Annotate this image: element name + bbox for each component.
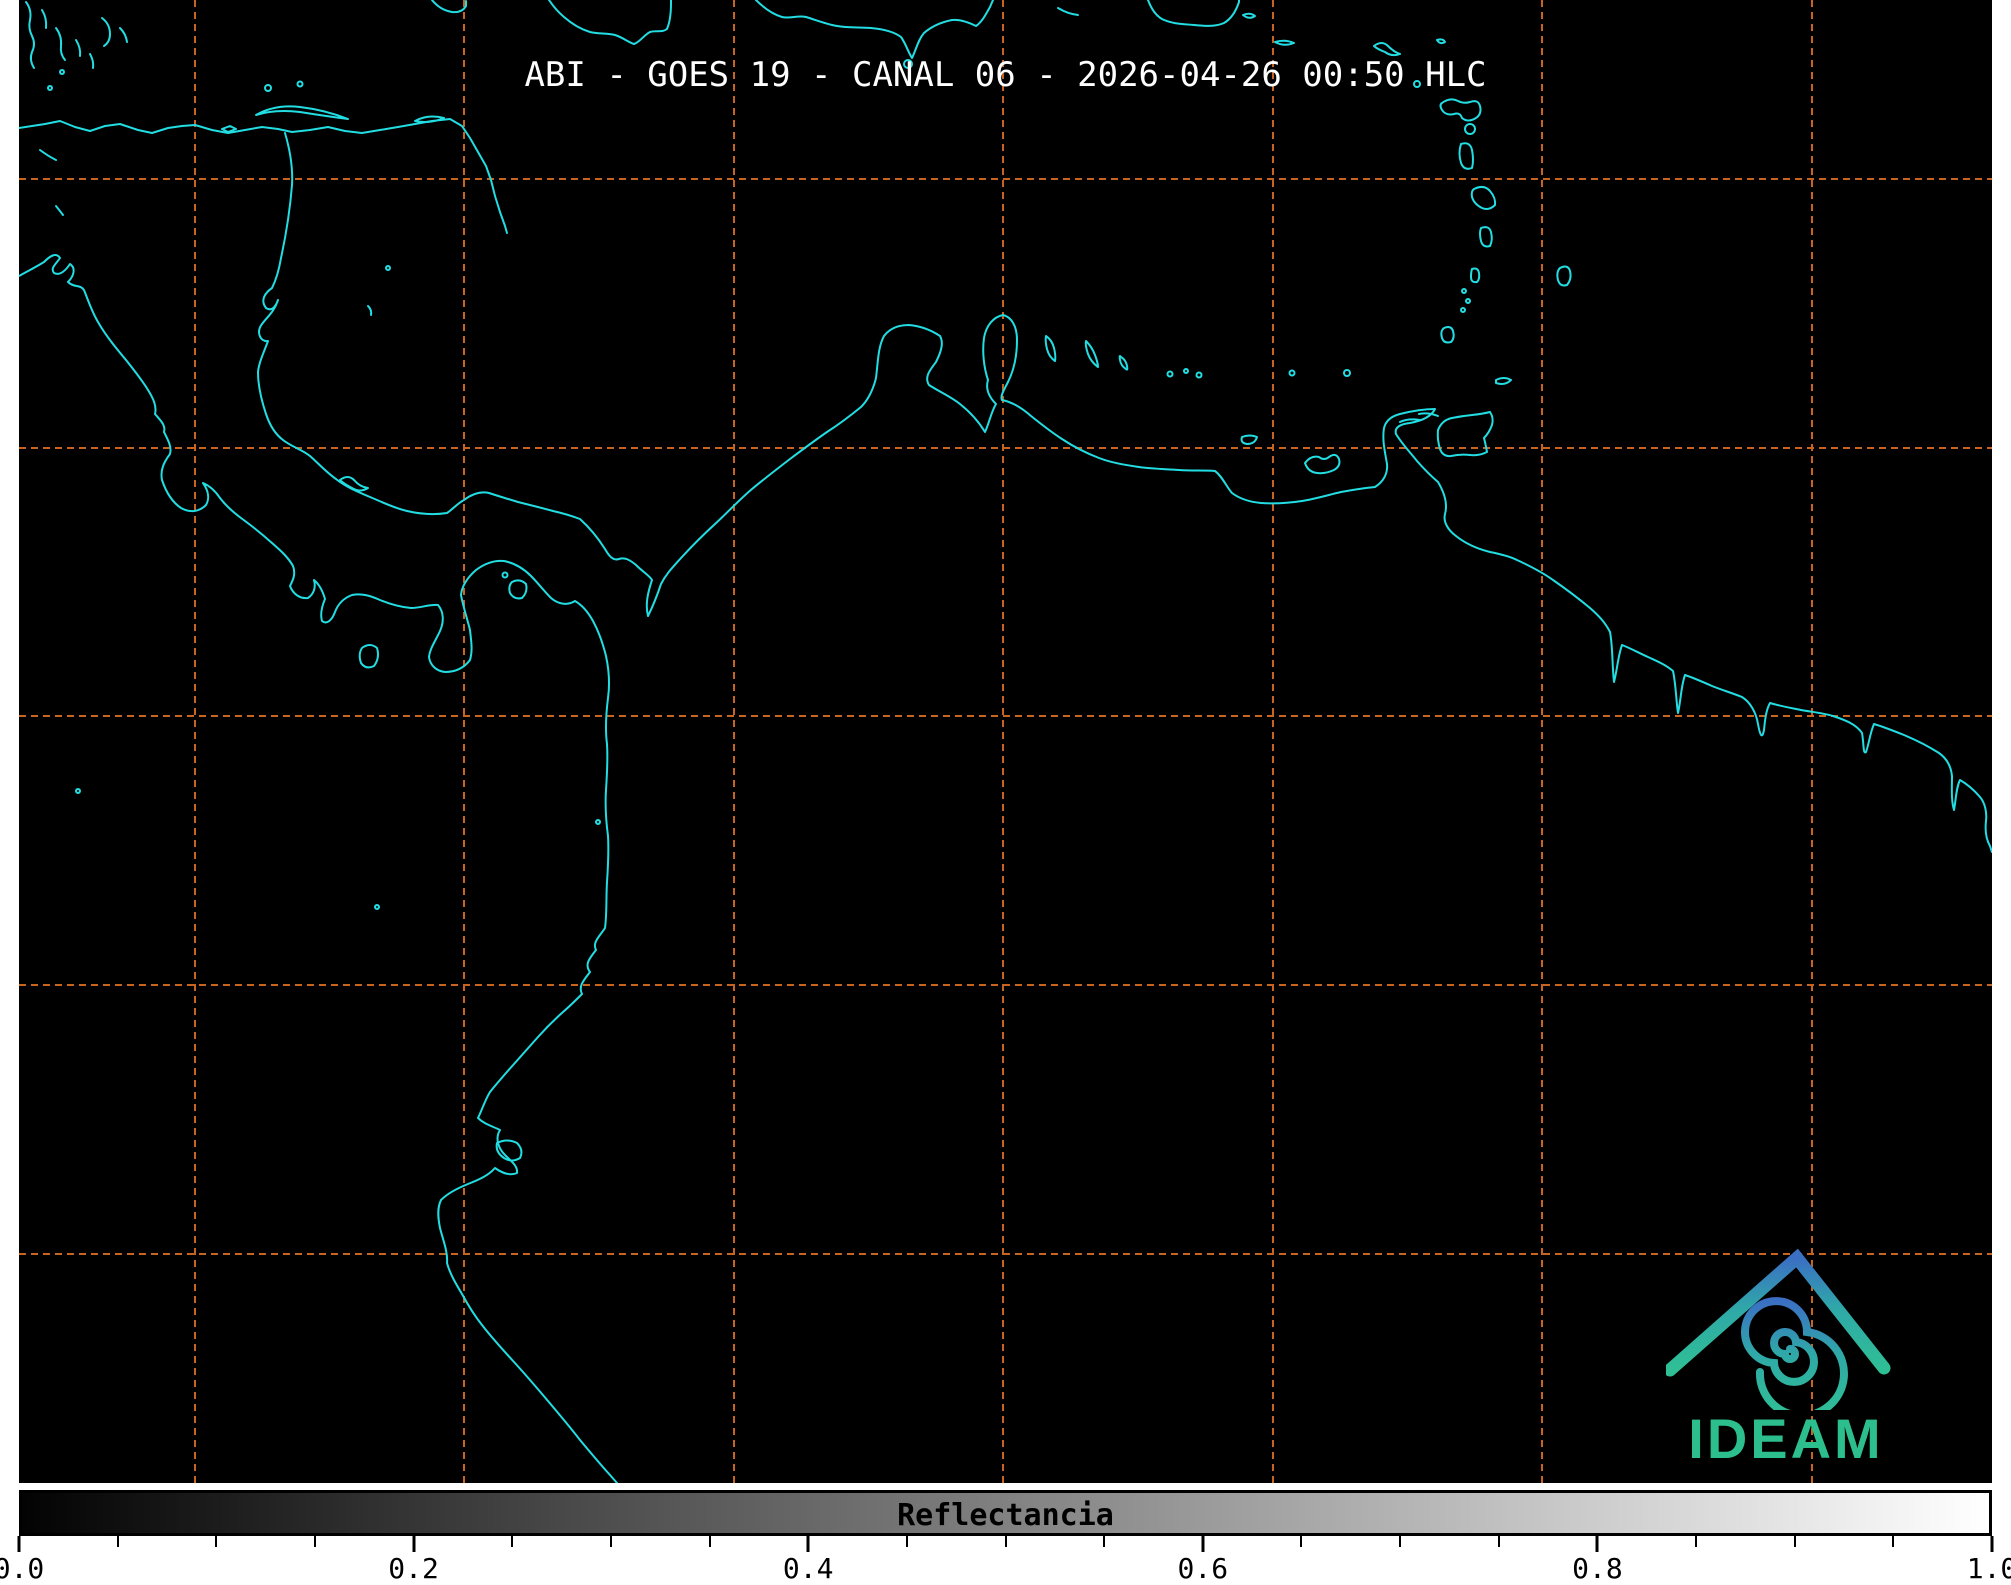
coastline-honduras: [19, 118, 508, 234]
island-cocos: [75, 788, 81, 794]
island-grenadine: [1465, 298, 1471, 304]
island-grenada: [1440, 326, 1455, 344]
coastline-puerto-rico: [1147, 0, 1240, 27]
satellite-map: ABI - GOES 19 - CANAL 06 - 2026-04-26 00…: [19, 0, 1992, 1483]
island-st-lucia: [1479, 226, 1493, 248]
island-martinique: [1470, 185, 1497, 210]
island-tobago: [1495, 377, 1512, 385]
coastline-caribbean-main: [257, 132, 1992, 853]
ideam-logo-mark: [1666, 1248, 1891, 1410]
colorbar-major-tick: [412, 1536, 416, 1552]
ideam-logo-text: IDEAM: [1688, 1407, 1884, 1470]
colorbar-major-tick: [17, 1536, 21, 1552]
coast-fragment: [1057, 7, 1079, 16]
colorbar-minor-tick: [511, 1536, 514, 1547]
island-vieques: [1242, 12, 1256, 19]
island-st-vincent: [1470, 267, 1481, 284]
island-antigua-group: [1373, 42, 1401, 57]
island-grenadine: [1461, 288, 1467, 294]
island-marie-galante: [1464, 123, 1476, 135]
colorbar-tick-label: 0.8: [1572, 1552, 1623, 1585]
colorbar-ticks: 0.0 0.2 0.4 0.6 0.8 1.0: [0, 1536, 2011, 1585]
colorbar-major-tick: [1595, 1536, 1599, 1552]
coastline-hispaniola: [755, 0, 994, 59]
island-los-roques: [1183, 368, 1189, 374]
colorbar-major-tick: [1201, 1536, 1205, 1552]
island-st-croix: [1274, 39, 1295, 46]
cayes-cluster: [101, 17, 111, 47]
coast-fragment-top: [431, 0, 467, 14]
cayes-cluster: [55, 27, 66, 61]
ideam-logo: IDEAM: [1666, 1248, 1906, 1472]
colorbar-minor-tick: [313, 1536, 316, 1547]
coastline-jamaica: [548, 0, 672, 45]
island-aruba: [1044, 335, 1057, 362]
map-title: ABI - GOES 19 - CANAL 06 - 2026-04-26 00…: [524, 55, 1487, 95]
cayes-cluster: [41, 9, 48, 29]
colorbar-minor-tick: [905, 1536, 908, 1547]
colorbar-minor-tick: [1497, 1536, 1500, 1547]
island-malpelo: [374, 904, 380, 910]
colorbar-minor-tick: [609, 1536, 612, 1547]
colorbar-minor-tick: [1793, 1536, 1796, 1547]
colorbar-tick-label: 0.0: [0, 1552, 45, 1585]
island-guadeloupe: [1439, 98, 1482, 122]
lagoon-bocas: [339, 476, 369, 492]
island-dot: [501, 571, 509, 579]
colorbar-minor-tick: [215, 1536, 218, 1547]
colorbar-minor-tick: [1004, 1536, 1007, 1547]
colorbar-title: Reflectancia: [897, 1498, 1114, 1533]
colorbar-minor-tick: [1300, 1536, 1303, 1547]
island-guanaja: [414, 115, 445, 123]
colorbar-minor-tick: [708, 1536, 711, 1547]
island-curacao: [1084, 340, 1099, 368]
coast-fragment: [39, 149, 57, 161]
island-trinidad: [1436, 411, 1494, 458]
islands-pearl: [508, 579, 528, 600]
island-coiba: [358, 644, 379, 669]
coast-fragment: [55, 205, 64, 216]
island-los-roques: [1166, 370, 1174, 378]
colorbar-minor-tick: [1892, 1536, 1895, 1547]
island-bonaire: [1118, 355, 1129, 371]
coastline-pacific-main: [19, 254, 618, 1483]
hurricane-spiral-icon: [1741, 1297, 1848, 1410]
colorbar-tick-label: 0.2: [388, 1552, 439, 1585]
cayes-cluster: [119, 27, 128, 43]
island-dominica: [1458, 142, 1474, 170]
colorbar-minor-tick: [1695, 1536, 1698, 1547]
island-la-tortuga: [1240, 434, 1258, 445]
colorbar: Reflectancia 0.0 0.2 0.4 0.6 0.8 1.0: [0, 1490, 2011, 1585]
colorbar-major-tick: [806, 1536, 810, 1552]
island-gorgona: [595, 819, 601, 825]
island-providencia: [385, 265, 391, 271]
colorbar-minor-tick: [1399, 1536, 1402, 1547]
island-barbados: [1556, 265, 1572, 287]
colorbar-tick-label: 0.4: [782, 1552, 834, 1585]
colorbar-gradient: Reflectancia: [19, 1490, 1992, 1536]
island-blanquilla: [1343, 369, 1351, 377]
colorbar-minor-tick: [116, 1536, 119, 1547]
colorbar-minor-tick: [1103, 1536, 1106, 1547]
island-grenadine: [1460, 307, 1466, 313]
island-orchila: [1288, 369, 1296, 377]
colorbar-tick-label: 0.6: [1177, 1552, 1229, 1585]
island-san-andres: [367, 305, 373, 316]
island-roatan: [255, 105, 349, 120]
cayes-cluster: [75, 39, 82, 57]
island-margarita: [1304, 453, 1341, 475]
colorbar-major-tick: [1990, 1536, 1994, 1552]
colorbar-tick-label: 1.0: [1966, 1552, 2011, 1585]
island-small: [1436, 38, 1446, 45]
figure: ABI - GOES 19 - CANAL 06 - 2026-04-26 00…: [0, 0, 2011, 1585]
island-los-roques: [1195, 371, 1203, 379]
